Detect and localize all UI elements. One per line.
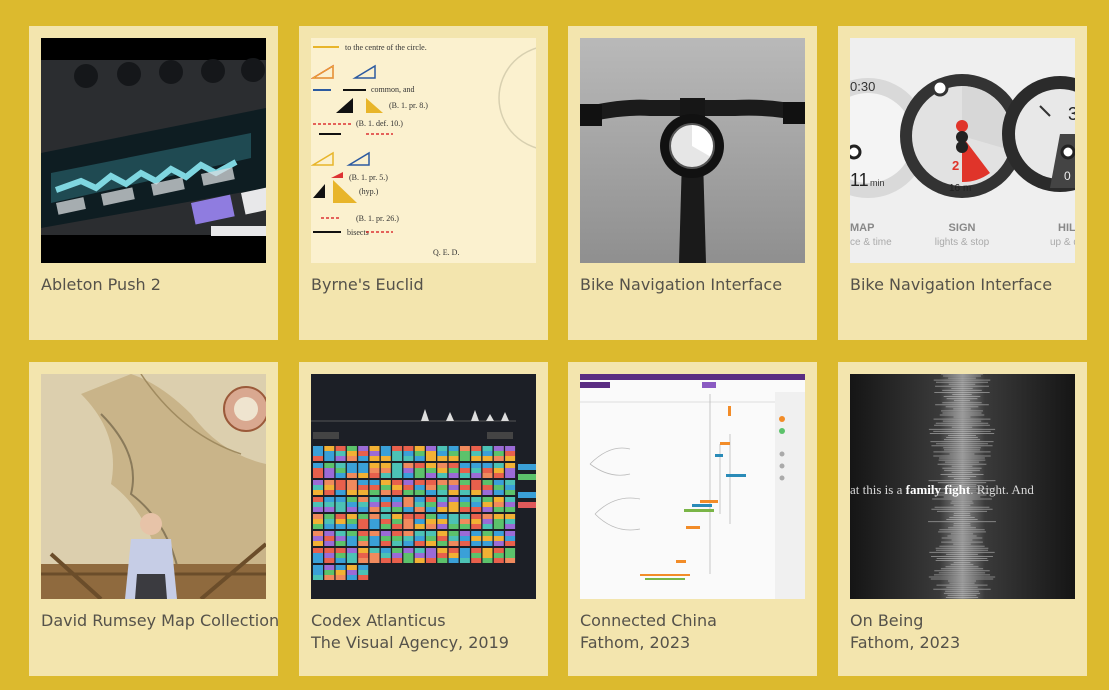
thumb-text: 3 bbox=[1068, 104, 1075, 124]
bike-dial-thumbnail: 0:30 11 min 2 16 m 3 0 MAP ce & time SIG… bbox=[850, 38, 1075, 263]
thumb-text: m bbox=[963, 183, 971, 194]
thumb-text: MAP bbox=[850, 222, 874, 234]
card-title[interactable]: Codex Atlanticus bbox=[311, 610, 541, 632]
project-card-bike-navigation-1[interactable]: Bike Navigation Interface bbox=[568, 26, 817, 340]
on-being-thumbnail: at this is a family fight. Right. And bbox=[850, 374, 1075, 599]
connected-china-thumbnail bbox=[580, 374, 805, 599]
thumb-text: at this is a bbox=[850, 482, 906, 497]
card-caption: Bike Navigation Interface bbox=[850, 274, 1080, 296]
card-caption: On Being Fathom, 2023 bbox=[850, 610, 1080, 654]
card-caption: David Rumsey Map Collection bbox=[41, 610, 279, 632]
thumb-text: min bbox=[870, 178, 885, 188]
card-subtitle: Fathom, 2023 bbox=[580, 633, 691, 652]
project-card-byrnes-euclid[interactable]: to the centre of the circle. common, and… bbox=[299, 26, 548, 340]
byrnes-euclid-thumbnail: to the centre of the circle. common, and… bbox=[311, 38, 536, 263]
thumb-text: (B. 1. def. 10.) bbox=[356, 119, 403, 128]
svg-text:at this is a family fight. Ri: at this is a family fight. Right. And bbox=[850, 482, 1034, 497]
project-grid: Ableton Push 2 to the centre of the circ… bbox=[0, 0, 1109, 690]
card-caption: Codex Atlanticus The Visual Agency, 2019 bbox=[311, 610, 541, 654]
card-title[interactable]: Byrne's Euclid bbox=[311, 274, 541, 296]
card-title[interactable]: On Being bbox=[850, 610, 1080, 632]
project-card-bike-navigation-2[interactable]: 0:30 11 min 2 16 m 3 0 MAP ce & time SIG… bbox=[838, 26, 1087, 340]
project-card-on-being[interactable]: at this is a family fight. Right. And On… bbox=[838, 362, 1087, 676]
card-caption: Bike Navigation Interface bbox=[580, 274, 810, 296]
thumb-text: (B. 1. pr. 5.) bbox=[349, 173, 388, 182]
thumb-text: (hyp.) bbox=[359, 187, 379, 196]
project-card-connected-china[interactable]: Connected China Fathom, 2023 bbox=[568, 362, 817, 676]
card-caption: Connected China Fathom, 2023 bbox=[580, 610, 810, 654]
thumb-text: . Right. And bbox=[970, 482, 1034, 497]
project-card-ableton-push[interactable]: Ableton Push 2 bbox=[29, 26, 278, 340]
thumb-text: SIGN bbox=[949, 222, 976, 234]
map-collection-thumbnail bbox=[41, 374, 266, 599]
thumb-text: 0 bbox=[1064, 169, 1071, 183]
card-title[interactable]: Ableton Push 2 bbox=[41, 274, 271, 296]
thumb-text: bisects bbox=[347, 228, 369, 237]
project-card-codex-atlanticus[interactable]: Codex Atlanticus The Visual Agency, 2019 bbox=[299, 362, 548, 676]
thumb-text: lights & stop bbox=[935, 237, 990, 248]
card-subtitle: Fathom, 2023 bbox=[850, 633, 961, 652]
thumb-text: family fight bbox=[906, 482, 971, 497]
card-subtitle: The Visual Agency, 2019 bbox=[311, 633, 509, 652]
card-caption: Byrne's Euclid bbox=[311, 274, 541, 296]
bike-handlebar-thumbnail bbox=[580, 38, 805, 263]
codex-atlanticus-thumbnail bbox=[311, 374, 536, 599]
project-card-david-rumsey[interactable]: David Rumsey Map Collection bbox=[29, 362, 279, 676]
ableton-push-thumbnail bbox=[41, 38, 266, 263]
card-caption: Ableton Push 2 bbox=[41, 274, 271, 296]
thumb-text: up & d bbox=[1050, 237, 1075, 248]
thumb-text: 2 bbox=[952, 158, 959, 173]
thumb-text: HIL bbox=[1058, 222, 1075, 234]
thumb-text: to the centre of the circle. bbox=[345, 43, 427, 52]
thumb-text: ce & time bbox=[850, 237, 892, 248]
thumb-text: Q. E. D. bbox=[433, 248, 459, 257]
card-title[interactable]: Bike Navigation Interface bbox=[580, 274, 810, 296]
card-title[interactable]: Bike Navigation Interface bbox=[850, 274, 1080, 296]
thumb-text: common, and bbox=[371, 85, 415, 94]
thumb-text: 16 bbox=[949, 183, 961, 194]
thumb-text: (B. 1. pr. 26.) bbox=[356, 214, 399, 223]
thumb-text: 11 bbox=[850, 170, 869, 190]
card-title[interactable]: Connected China bbox=[580, 610, 810, 632]
card-title[interactable]: David Rumsey Map Collection bbox=[41, 610, 279, 632]
thumb-text: (B. 1. pr. 8.) bbox=[389, 101, 428, 110]
thumb-text: 0:30 bbox=[850, 79, 875, 94]
